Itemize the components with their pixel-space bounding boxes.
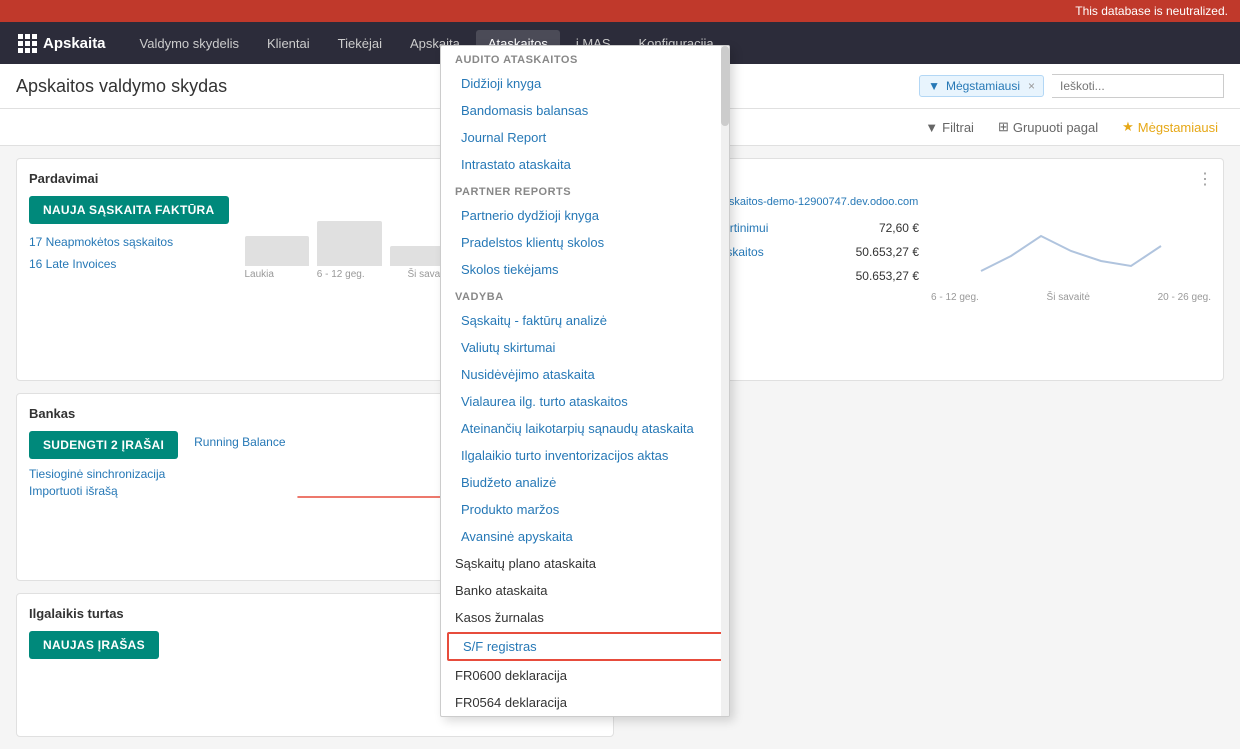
amount-val-3: 50.653,27 € <box>856 264 919 288</box>
favorites-label: Mėgstamiausi <box>1138 120 1218 135</box>
pirkimai-line-chart <box>931 216 1211 286</box>
dd-skolos-tiekejams[interactable]: Skolos tiekėjams <box>441 256 729 283</box>
filters-button[interactable]: ▼ Filtrai <box>919 116 980 139</box>
star-icon: ★ <box>1122 119 1134 135</box>
brand-logo[interactable]: Apskaita <box>8 34 116 53</box>
notification-bar: This database is neutralized. <box>0 0 1240 22</box>
header-right: ▼ Mėgstamiausi × <box>919 74 1224 98</box>
notification-text: This database is neutralized. <box>1075 4 1228 18</box>
dd-pradelstos-skolos[interactable]: Pradelstos klientų skolos <box>441 229 729 256</box>
label-2: 6 - 12 geg. <box>317 269 365 280</box>
amount-val-2: 50.653,27 € <box>856 240 919 264</box>
dd-biudzeto[interactable]: Biudžeto analizė <box>441 469 729 496</box>
filter-icon: ▼ <box>925 120 938 135</box>
favorites-button[interactable]: ★ Mėgstamiausi <box>1116 115 1224 139</box>
dropdown-menu: Audito ataskaitos Didžioji knyga Bandoma… <box>440 45 730 717</box>
dd-avansine[interactable]: Avansinė apyskaita <box>441 523 729 550</box>
nav-item-klientai[interactable]: Klientai <box>255 30 322 57</box>
scroll-thumb <box>721 46 729 126</box>
dd-inventorizacijos[interactable]: Ilgalaikio turto inventorizacijos aktas <box>441 442 729 469</box>
new-invoice-button[interactable]: NAUJA SĄSKAITA FAKTŪRA <box>29 196 229 224</box>
funnel-icon: ▼ <box>928 79 940 93</box>
dd-saskaitu-plano[interactable]: Sąskaitų plano ataskaita <box>441 550 729 577</box>
dd-kasos-zurnalas[interactable]: Kasos žurnalas <box>441 604 729 631</box>
dd-bandomasis-balansas[interactable]: Bandomasis balansas <box>441 97 729 124</box>
stat-late[interactable]: 16 Late Invoices <box>29 254 229 276</box>
dd-vialaurea[interactable]: Vialaurea ilg. turto ataskaitos <box>441 388 729 415</box>
pirkimai-chart-area: 6 - 12 geg. Ši savaitė 20 - 26 geg. <box>931 216 1211 303</box>
section-audito: Audito ataskaitos <box>441 46 729 70</box>
dd-ateinanciu[interactable]: Ateinančių laikotarpių sąnaudų ataskaita <box>441 415 729 442</box>
filter-close-icon[interactable]: × <box>1028 79 1035 93</box>
pardavimai-stats: 17 Neapmokėtos sąskaitos 16 Late Invoice… <box>29 232 229 275</box>
group-icon: ⊞ <box>998 119 1009 135</box>
p-label-2: Ši savaitė <box>1047 292 1090 303</box>
dd-didzioji-knyga[interactable]: Didžioji knyga <box>441 70 729 97</box>
filter-label: Mėgstamiausi <box>946 79 1020 93</box>
dd-produkto[interactable]: Produkto maržos <box>441 496 729 523</box>
dd-journal-report[interactable]: Journal Report <box>441 124 729 151</box>
p-label-1: 6 - 12 geg. <box>931 292 979 303</box>
section-vadyba: Vadyba <box>441 283 729 307</box>
dd-nusidevejiimo[interactable]: Nusidėvėjimo ataskaita <box>441 361 729 388</box>
search-input[interactable] <box>1052 74 1224 98</box>
dd-banko-ataskaita[interactable]: Banko ataskaita <box>441 577 729 604</box>
section-partner: Partner Reports <box>441 178 729 202</box>
dd-fr0600[interactable]: FR0600 deklaracija <box>441 662 729 689</box>
link-import[interactable]: Importuoti išrašą <box>29 484 178 498</box>
p-label-3: 20 - 26 geg. <box>1158 292 1211 303</box>
group-by-button[interactable]: ⊞ Grupuoti pagal <box>992 115 1104 139</box>
bank-links: Tiesioginė sinchronizacija Importuoti iš… <box>29 467 178 498</box>
dd-intrastato[interactable]: Intrastato ataskaita <box>441 151 729 178</box>
nav-item-tiekėjai[interactable]: Tiekėjai <box>326 30 394 57</box>
pirkimai-chart-labels: 6 - 12 geg. Ši savaitė 20 - 26 geg. <box>931 292 1211 303</box>
grid-icon <box>18 34 37 53</box>
stat-overdue[interactable]: 17 Neapmokėtos sąskaitos <box>29 232 229 254</box>
pirkimai-more-icon[interactable]: ⋮ <box>1197 169 1213 189</box>
dd-partnerio-knyga[interactable]: Partnerio dydžioji knyga <box>441 202 729 229</box>
sync-button[interactable]: SUDENGTI 2 ĮRAŠAI <box>29 431 178 459</box>
filter-tag[interactable]: ▼ Mėgstamiausi × <box>919 75 1044 97</box>
amount-val-1: 72,60 € <box>879 216 919 240</box>
bar-2 <box>317 221 382 266</box>
page-title: Apskaitos valdymo skydas <box>16 76 227 97</box>
scrollbar[interactable] <box>721 46 729 716</box>
label-1: Laukia <box>245 269 274 280</box>
filters-label: Filtrai <box>942 120 974 135</box>
link-sync[interactable]: Tiesioginė sinchronizacija <box>29 467 178 481</box>
bar-1 <box>245 236 310 266</box>
group-by-label: Grupuoti pagal <box>1013 120 1098 135</box>
dd-valiutu-skirtumai[interactable]: Valiutų skirtumai <box>441 334 729 361</box>
new-entry-button[interactable]: NAUJAS ĮRAŠAS <box>29 631 159 659</box>
brand-name: Apskaita <box>43 35 106 52</box>
dd-saskaitu-analize[interactable]: Sąskaitų - faktūrų analizė <box>441 307 729 334</box>
nav-item-valdymo[interactable]: Valdymo skydelis <box>128 30 251 57</box>
dd-fr0564[interactable]: FR0564 deklaracija <box>441 689 729 716</box>
dd-sf-registras[interactable]: S/F registras <box>447 632 723 661</box>
